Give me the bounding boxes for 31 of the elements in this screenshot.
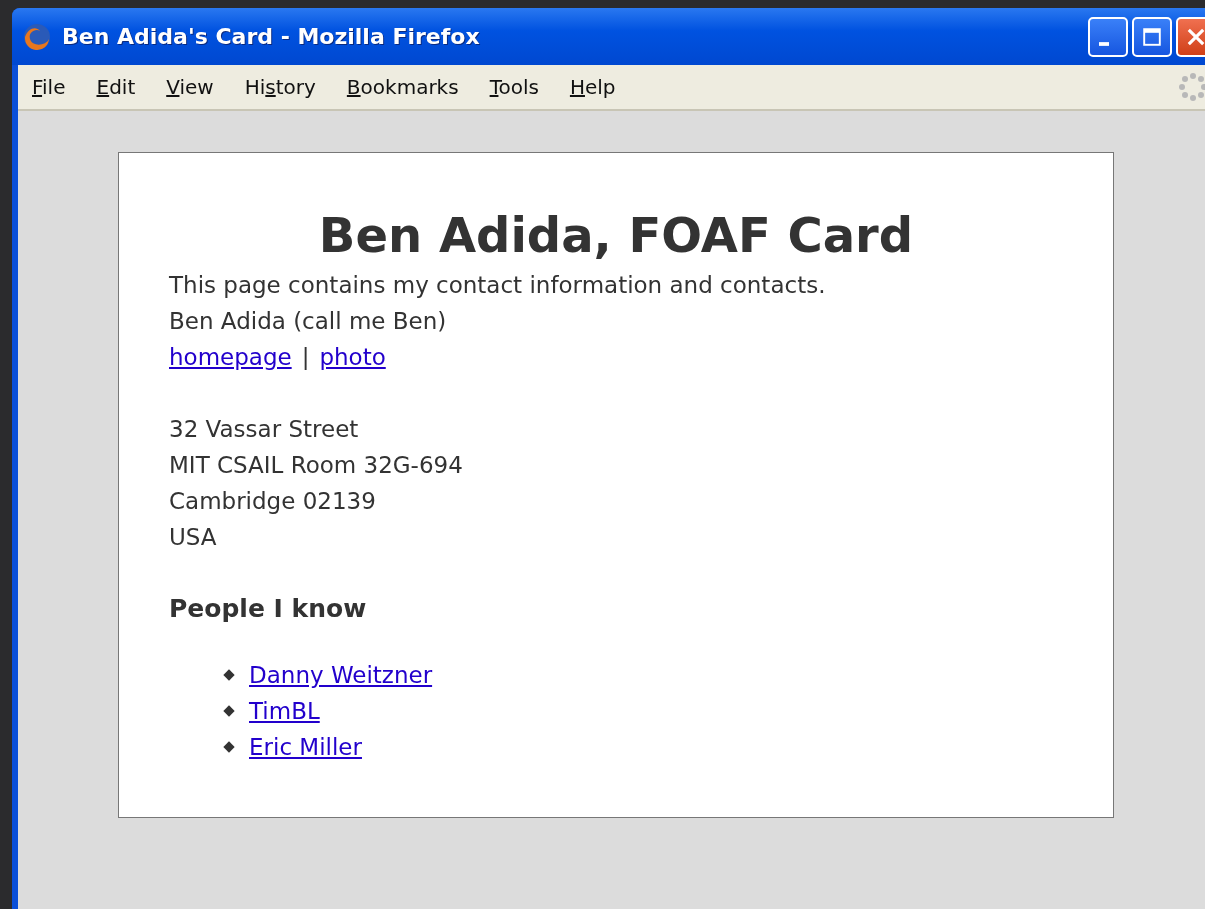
page-heading: Ben Adida, FOAF Card [317, 207, 915, 263]
bullet-icon [223, 669, 235, 681]
bullet-icon [223, 741, 235, 753]
menu-item[interactable]: History [244, 75, 332, 99]
menu-item[interactable]: Edit [96, 75, 152, 99]
address-line: 32 Vassar Street [169, 415, 360, 444]
minimize-icon [1099, 41, 1109, 46]
throbber-icon [1178, 72, 1205, 102]
menu-item[interactable]: View [166, 75, 230, 99]
globe-icon [22, 21, 52, 52]
name-text: Ben Adida (call me Ben) [169, 307, 448, 336]
intro-text: This page contains my contact information and contacts. [169, 271, 827, 300]
link[interactable]: homepage [169, 344, 292, 370]
menu-item[interactable]: Bookmarks [346, 75, 475, 99]
window-title: Ben Adida's Card - Mozilla Firefox [62, 24, 480, 49]
menu-item[interactable]: Tools [489, 75, 555, 99]
bullet-icon [223, 705, 235, 717]
section-heading: People I know [169, 593, 368, 625]
close-button[interactable] [1176, 16, 1205, 57]
separator: | [301, 344, 310, 370]
address-line: USA [169, 523, 218, 552]
link[interactable]: photo [319, 344, 386, 370]
address-line: Cambridge 02139 [169, 487, 377, 516]
address-line: MIT CSAIL Room 32G-694 [169, 451, 464, 480]
person-link[interactable]: Eric Miller [249, 729, 362, 765]
maximize-button[interactable] [1132, 16, 1172, 57]
menu-item[interactable]: Help [569, 75, 632, 99]
menu-item[interactable]: File [32, 75, 82, 99]
minimize-button[interactable] [1088, 16, 1128, 57]
person-link[interactable]: Danny Weitzner [249, 657, 433, 693]
person-link[interactable]: TimBL [249, 693, 320, 729]
